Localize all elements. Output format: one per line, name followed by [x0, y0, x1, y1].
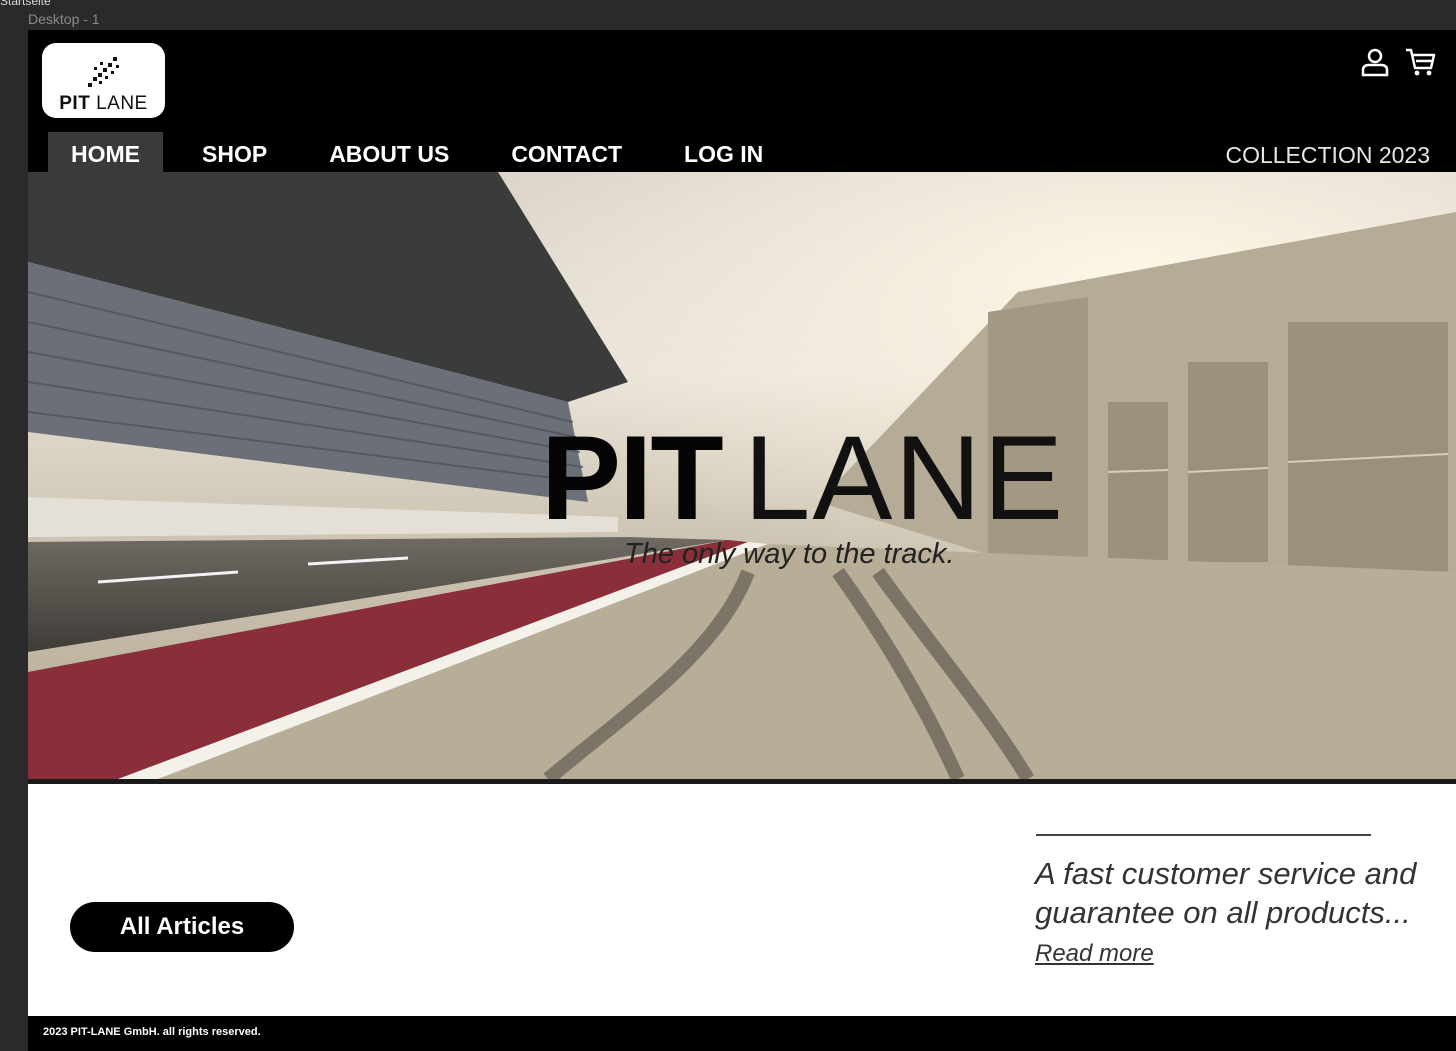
promo-text: A fast customer service and guarantee on… — [1035, 856, 1417, 930]
site-footer: 2023 PIT-LANE GmbH. all rights reserved. — [28, 1016, 1456, 1051]
hero-divider — [28, 779, 1456, 784]
checkered-flag-icon — [88, 57, 119, 87]
nav-contact[interactable]: CONTACT — [488, 132, 645, 172]
hero-banner: PIT LANE The only way to the track. — [28, 172, 1456, 779]
frame-label: Desktop - 1 — [28, 11, 100, 27]
hero-title: PIT LANE — [541, 411, 1066, 545]
promo-divider — [1036, 834, 1371, 836]
footer-copyright: 2023 PIT-LANE GmbH. all rights reserved. — [43, 1026, 261, 1038]
user-icon[interactable] — [1360, 46, 1390, 78]
collection-label[interactable]: COLLECTION 2023 — [1225, 142, 1430, 169]
nav-home[interactable]: HOME — [48, 132, 163, 172]
hero-tagline: The only way to the track. — [624, 538, 955, 570]
page-label: Startseite — [0, 0, 51, 8]
logo-text: PIT LANE — [59, 93, 148, 114]
logo[interactable]: PIT LANE — [42, 43, 165, 118]
read-more-link[interactable]: Read more — [1035, 940, 1154, 968]
nav-shop[interactable]: SHOP — [179, 132, 290, 172]
site-header: PIT LANE HOME SHOP ABOUT US CONTACT LOG … — [28, 30, 1456, 172]
desktop-frame: PIT LANE HOME SHOP ABOUT US CONTACT LOG … — [28, 30, 1456, 1051]
main-nav: HOME SHOP ABOUT US CONTACT LOG IN — [48, 132, 802, 172]
nav-log-in[interactable]: LOG IN — [661, 132, 786, 172]
header-icons — [1360, 46, 1436, 78]
cart-icon[interactable] — [1404, 46, 1436, 78]
all-articles-button[interactable]: All Articles — [70, 902, 294, 952]
nav-about-us[interactable]: ABOUT US — [306, 132, 472, 172]
